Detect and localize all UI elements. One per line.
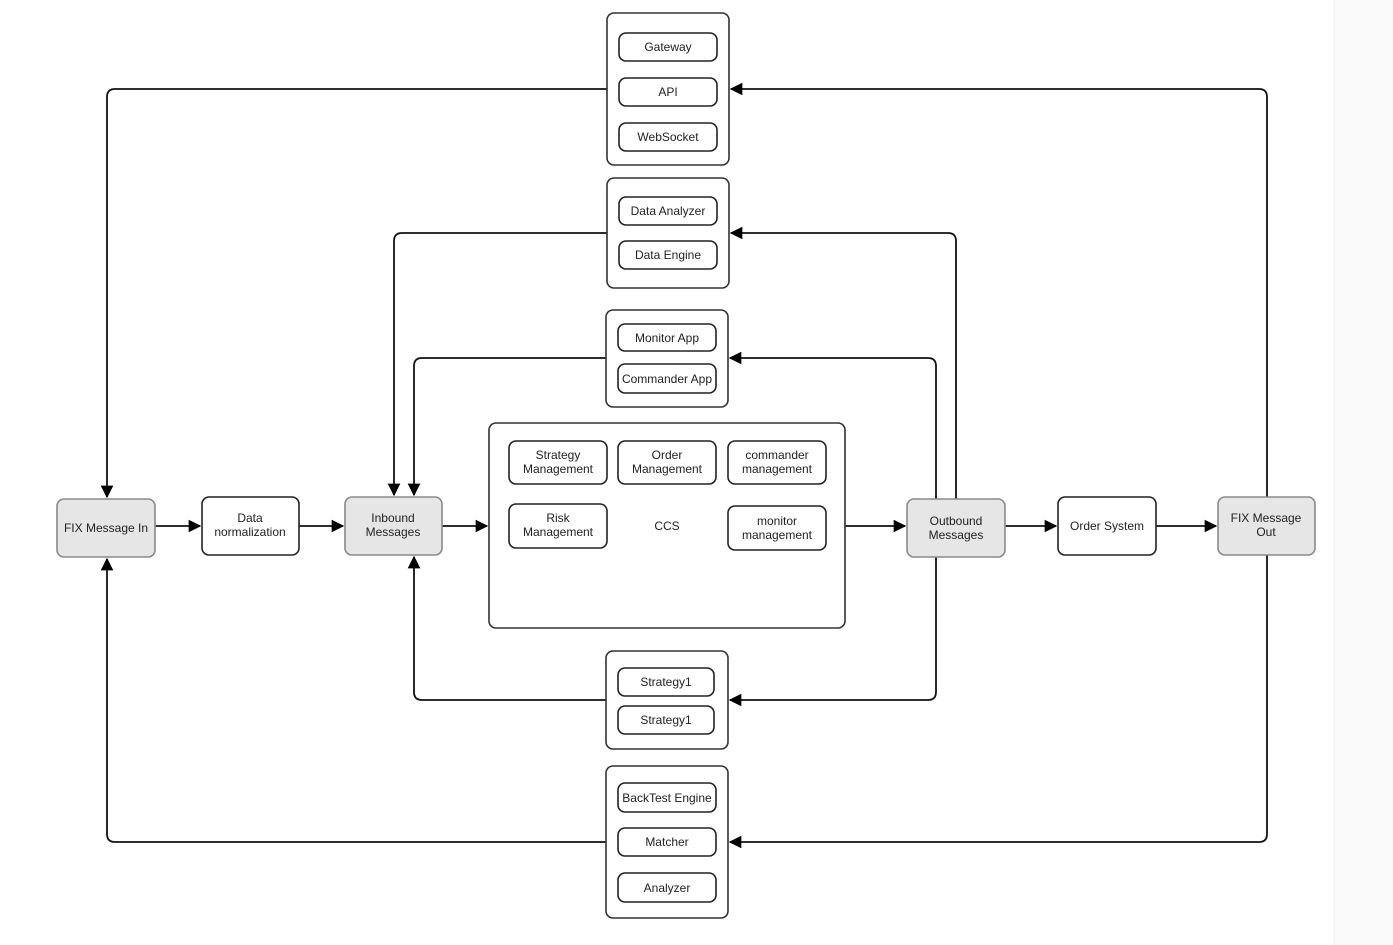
node-data-engine[interactable]: Data Engine	[618, 240, 718, 270]
node-monitor-management[interactable]: monitor management	[727, 505, 827, 551]
node-matcher[interactable]: Matcher	[617, 827, 717, 857]
node-api[interactable]: API	[618, 77, 718, 107]
svg-text:Analyzer: Analyzer	[644, 881, 691, 895]
node-strategy1-b[interactable]: Strategy1	[617, 705, 715, 735]
group-ccs: CCS Strategy Management Order Management c…	[488, 422, 846, 629]
svg-text:Order System: Order System	[1070, 519, 1144, 533]
node-commander-management[interactable]: commander management	[727, 440, 827, 485]
svg-text:commandermanagement: commander management	[742, 448, 813, 476]
node-strategy-management[interactable]: Strategy Management	[508, 440, 608, 485]
svg-text:FIX Message In: FIX Message In	[64, 521, 148, 535]
svg-text:BackTest Engine: BackTest Engine	[622, 791, 712, 805]
node-backtest-engine[interactable]: BackTest Engine	[617, 782, 717, 813]
node-fix-message-out[interactable]: FIX Message Out	[1217, 496, 1316, 556]
node-fix-message-in[interactable]: FIX Message In	[56, 498, 156, 558]
node-outbound-messages[interactable]: Outbound Messages	[906, 498, 1006, 558]
svg-text:Data Engine: Data Engine	[635, 248, 701, 262]
svg-text:Matcher: Matcher	[645, 835, 688, 849]
node-commander-app[interactable]: Commander App	[617, 363, 717, 394]
svg-text:InboundMessages: Inbound Messages	[366, 511, 421, 539]
group-monitor: Monitor App Commander App	[605, 309, 729, 408]
svg-text:Data Analyzer: Data Analyzer	[631, 204, 706, 218]
node-order-system[interactable]: Order System	[1057, 496, 1157, 556]
svg-text:WebSocket: WebSocket	[637, 130, 699, 144]
node-analyzer[interactable]: Analyzer	[617, 872, 717, 903]
group-data: Data Analyzer Data Engine	[606, 177, 730, 289]
node-inbound-messages[interactable]: Inbound Messages	[344, 496, 443, 556]
svg-text:OutboundMessages: Outbound Messages	[929, 514, 984, 542]
node-data-analyzer[interactable]: Data Analyzer	[618, 196, 718, 226]
architecture-diagram: FIX Message In Data normalization Inbound…	[56, 12, 1316, 919]
svg-text:Strategy1: Strategy1	[640, 675, 692, 689]
node-gateway[interactable]: Gateway	[618, 32, 718, 62]
ccs-label: CCS	[654, 519, 679, 533]
group-gateway: Gateway API WebSocket	[606, 12, 730, 166]
node-data-normalization[interactable]: Data normalization	[201, 496, 300, 556]
node-monitor-app[interactable]: Monitor App	[617, 323, 717, 352]
group-backtest: BackTest Engine Matcher Analyzer	[605, 765, 729, 919]
node-order-management[interactable]: Order Management	[617, 440, 717, 485]
svg-text:Strategy1: Strategy1	[640, 713, 692, 727]
node-strategy1-a[interactable]: Strategy1	[617, 667, 715, 697]
group-strategy: Strategy1 Strategy1	[605, 650, 729, 750]
node-risk-management[interactable]: Risk Management	[508, 503, 608, 549]
svg-text:Gateway: Gateway	[644, 40, 691, 54]
svg-text:API: API	[658, 85, 677, 99]
svg-text:Monitor App: Monitor App	[635, 331, 699, 345]
node-websocket[interactable]: WebSocket	[618, 122, 718, 152]
svg-text:Commander App: Commander App	[622, 372, 712, 386]
